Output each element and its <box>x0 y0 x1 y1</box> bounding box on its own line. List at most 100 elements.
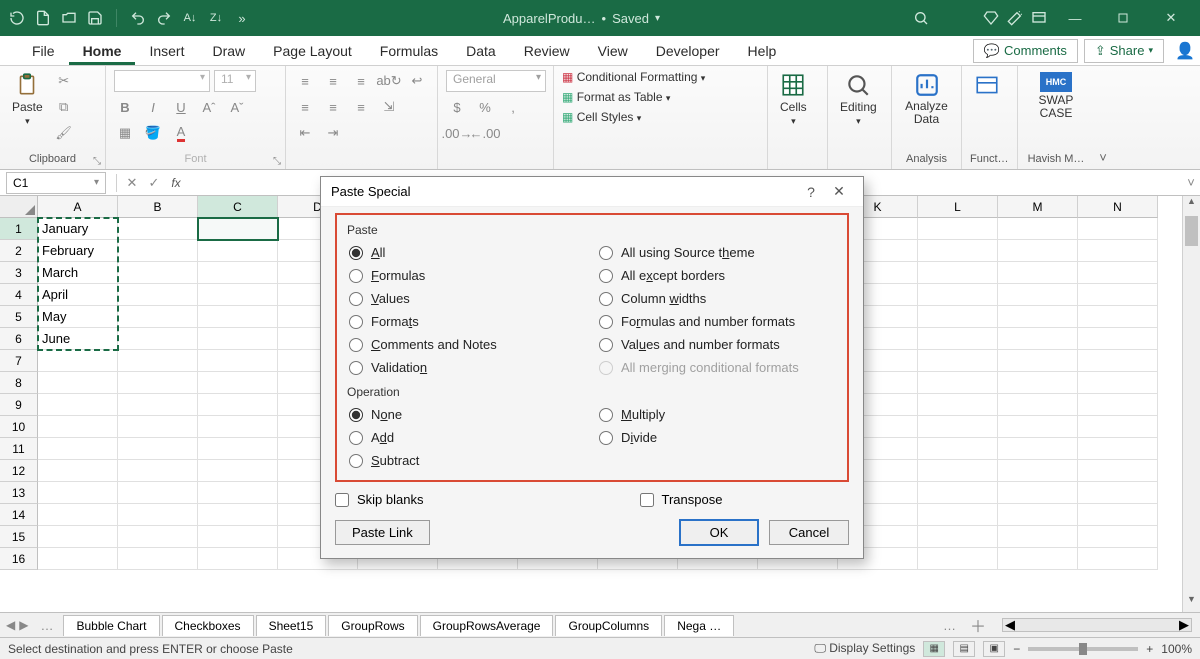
cell-A16[interactable] <box>38 548 118 570</box>
sort-za-icon[interactable]: Z↓ <box>207 9 225 27</box>
vertical-scrollbar[interactable]: ▲ ▼ <box>1182 196 1200 612</box>
tab-developer[interactable]: Developer <box>642 37 734 65</box>
cell-C4[interactable] <box>198 284 278 306</box>
align-left-icon[interactable]: ≡ <box>294 96 316 118</box>
editing-button[interactable]: Editing▾ <box>836 70 881 129</box>
cell-L2[interactable] <box>918 240 998 262</box>
row-16[interactable]: 16 <box>0 548 38 570</box>
sheet-tab-ellipsis-left[interactable]: … <box>34 618 59 633</box>
cell-A2[interactable]: February <box>38 240 118 262</box>
cell-C5[interactable] <box>198 306 278 328</box>
radio-values[interactable]: Values <box>347 287 587 310</box>
row-6[interactable]: 6 <box>0 328 38 350</box>
radio-add[interactable]: Add <box>347 426 587 449</box>
cell-N16[interactable] <box>1078 548 1158 570</box>
cell-B2[interactable] <box>118 240 198 262</box>
radio-formulas-number[interactable]: Formulas and number formats <box>597 310 837 333</box>
copy-icon[interactable]: ⧉ <box>53 96 75 118</box>
radio-formats[interactable]: Formats <box>347 310 587 333</box>
clipboard-launcher-icon[interactable]: ⤡ <box>93 156 101 167</box>
cell-A11[interactable] <box>38 438 118 460</box>
name-box[interactable]: C1 <box>6 172 106 194</box>
cell-L4[interactable] <box>918 284 998 306</box>
cell-L16[interactable] <box>918 548 998 570</box>
col-A[interactable]: A <box>38 196 118 218</box>
radio-subtract[interactable]: Subtract <box>347 449 587 472</box>
cell-B5[interactable] <box>118 306 198 328</box>
sheet-tab[interactable]: Checkboxes <box>162 615 254 636</box>
cell-N5[interactable] <box>1078 306 1158 328</box>
cell-B13[interactable] <box>118 482 198 504</box>
cell-C1[interactable] <box>198 218 278 240</box>
cell-M12[interactable] <box>998 460 1078 482</box>
tab-view[interactable]: View <box>584 37 642 65</box>
row-1[interactable]: 1 <box>0 218 38 240</box>
redo-icon[interactable] <box>155 9 173 27</box>
sheet-tab-nav[interactable]: ◀▶ <box>0 618 34 632</box>
decrease-decimal-icon[interactable]: ←.00 <box>474 122 496 144</box>
cell-M5[interactable] <box>998 306 1078 328</box>
cell-M9[interactable] <box>998 394 1078 416</box>
tab-file[interactable]: File <box>18 37 69 65</box>
page-break-view-icon[interactable]: ▣ <box>983 641 1005 657</box>
cells-button[interactable]: Cells▾ <box>776 70 811 129</box>
undo-icon[interactable] <box>129 9 147 27</box>
font-name-combo[interactable] <box>114 70 210 92</box>
cell-C15[interactable] <box>198 526 278 548</box>
chevron-down-icon[interactable]: ▾ <box>655 13 660 24</box>
radio-column-widths[interactable]: Column widths <box>597 287 837 310</box>
page-layout-view-icon[interactable]: ▤ <box>953 641 975 657</box>
cell-B12[interactable] <box>118 460 198 482</box>
scroll-thumb[interactable] <box>1185 216 1198 246</box>
search-icon[interactable] <box>912 9 930 27</box>
account-icon[interactable]: 👤 <box>1170 41 1200 61</box>
currency-icon[interactable]: $ <box>446 96 468 118</box>
fx-icon[interactable]: fx <box>165 176 187 190</box>
cell-M1[interactable] <box>998 218 1078 240</box>
decrease-indent-icon[interactable]: ⇤ <box>294 122 316 144</box>
font-color-icon[interactable]: A <box>170 122 192 144</box>
cell-L13[interactable] <box>918 482 998 504</box>
radio-all[interactable]: All <box>347 241 587 264</box>
cell-A5[interactable]: May <box>38 306 118 328</box>
radio-formulas[interactable]: Formulas <box>347 264 587 287</box>
col-B[interactable]: B <box>118 196 198 218</box>
sheet-tab-ellipsis-right[interactable]: … <box>937 618 962 633</box>
sheet-tab[interactable]: GroupColumns <box>555 615 662 636</box>
radio-all-theme[interactable]: All using Source theme <box>597 241 837 264</box>
close-button[interactable]: ✕ <box>1150 4 1192 32</box>
cell-B3[interactable] <box>118 262 198 284</box>
row-4[interactable]: 4 <box>0 284 38 306</box>
cell-L14[interactable] <box>918 504 998 526</box>
tab-formulas[interactable]: Formulas <box>366 37 452 65</box>
cancel-formula-icon[interactable]: ✕ <box>121 175 143 191</box>
cell-A7[interactable] <box>38 350 118 372</box>
cut-icon[interactable]: ✂ <box>53 70 75 92</box>
normal-view-icon[interactable]: ▦ <box>923 641 945 657</box>
formula-expand-icon[interactable]: ˅ <box>1182 175 1200 190</box>
horizontal-scrollbar[interactable]: ◀▶ <box>1002 618 1192 632</box>
row-10[interactable]: 10 <box>0 416 38 438</box>
cell-N11[interactable] <box>1078 438 1158 460</box>
paste-button[interactable]: Paste ▾ <box>8 70 47 129</box>
scroll-down-icon[interactable]: ▼ <box>1183 594 1200 612</box>
cell-B10[interactable] <box>118 416 198 438</box>
minimize-button[interactable]: ― <box>1054 4 1096 32</box>
cell-L6[interactable] <box>918 328 998 350</box>
tab-review[interactable]: Review <box>510 37 584 65</box>
share-button[interactable]: ⇪Share▾ <box>1084 39 1164 63</box>
autosave-toggle[interactable] <box>8 9 26 27</box>
orientation-icon[interactable]: ab↻ <box>378 70 400 92</box>
ribbon-collapse-icon[interactable]: ˅ <box>1094 66 1112 169</box>
paste-link-button[interactable]: Paste Link <box>335 520 430 545</box>
cell-A15[interactable] <box>38 526 118 548</box>
cell-L10[interactable] <box>918 416 998 438</box>
select-all-corner[interactable] <box>0 196 38 218</box>
cell-M6[interactable] <box>998 328 1078 350</box>
cell-A4[interactable]: April <box>38 284 118 306</box>
font-launcher-icon[interactable]: ⤡ <box>273 156 281 167</box>
comma-icon[interactable]: , <box>502 96 524 118</box>
swap-case-button[interactable]: HMC SWAP CASE <box>1026 70 1086 122</box>
ribbon-display-icon[interactable] <box>1030 9 1048 27</box>
format-painter-icon[interactable]: 🖌 <box>53 122 75 144</box>
